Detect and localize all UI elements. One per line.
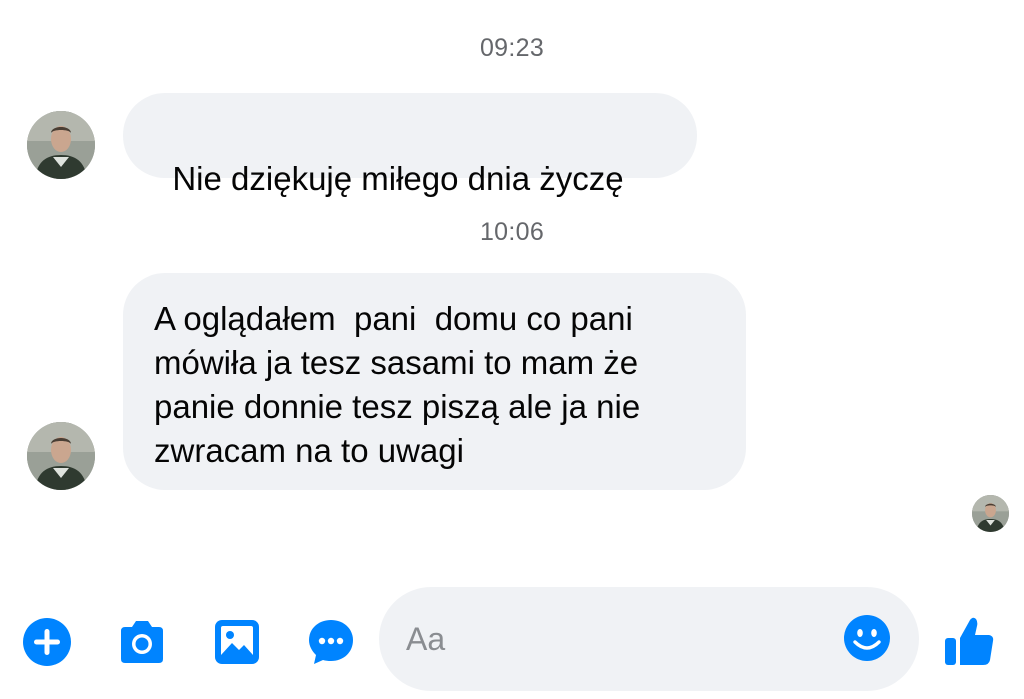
timestamp: 10:06 (479, 218, 545, 246)
emoji-icon[interactable] (843, 614, 891, 662)
message-text: Nie dziękuję miłego dnia życzę (172, 160, 624, 197)
message-text-line: zwracam na to uwagi (154, 432, 464, 469)
message-bubble[interactable]: A oglądałem pani domu co pani mówiła ja … (123, 273, 746, 490)
message-bubble[interactable]: Nie dziękuję miłego dnia życzę (123, 93, 697, 197)
message-text-line: A oglądałem pani domu co pani (154, 300, 633, 337)
sender-avatar[interactable] (27, 111, 95, 179)
avatar-photo (27, 111, 95, 179)
message-input[interactable] (406, 615, 836, 663)
plus-icon[interactable] (22, 617, 72, 667)
message-text-line: panie donnie tesz piszą ale ja nie (154, 388, 641, 425)
avatar-photo (972, 495, 1009, 532)
gallery-icon[interactable] (212, 617, 262, 667)
chat-bubble-icon[interactable] (306, 617, 356, 667)
message-text-line: mówiła ja tesz sasami to mam że (154, 344, 639, 381)
avatar-photo (27, 422, 95, 490)
thumbs-up-icon[interactable] (942, 614, 996, 668)
camera-icon[interactable] (117, 617, 167, 667)
timestamp: 09:23 (479, 34, 545, 62)
sender-avatar[interactable] (27, 422, 95, 490)
message-composer (379, 587, 919, 691)
read-receipt-avatar (972, 495, 1009, 532)
